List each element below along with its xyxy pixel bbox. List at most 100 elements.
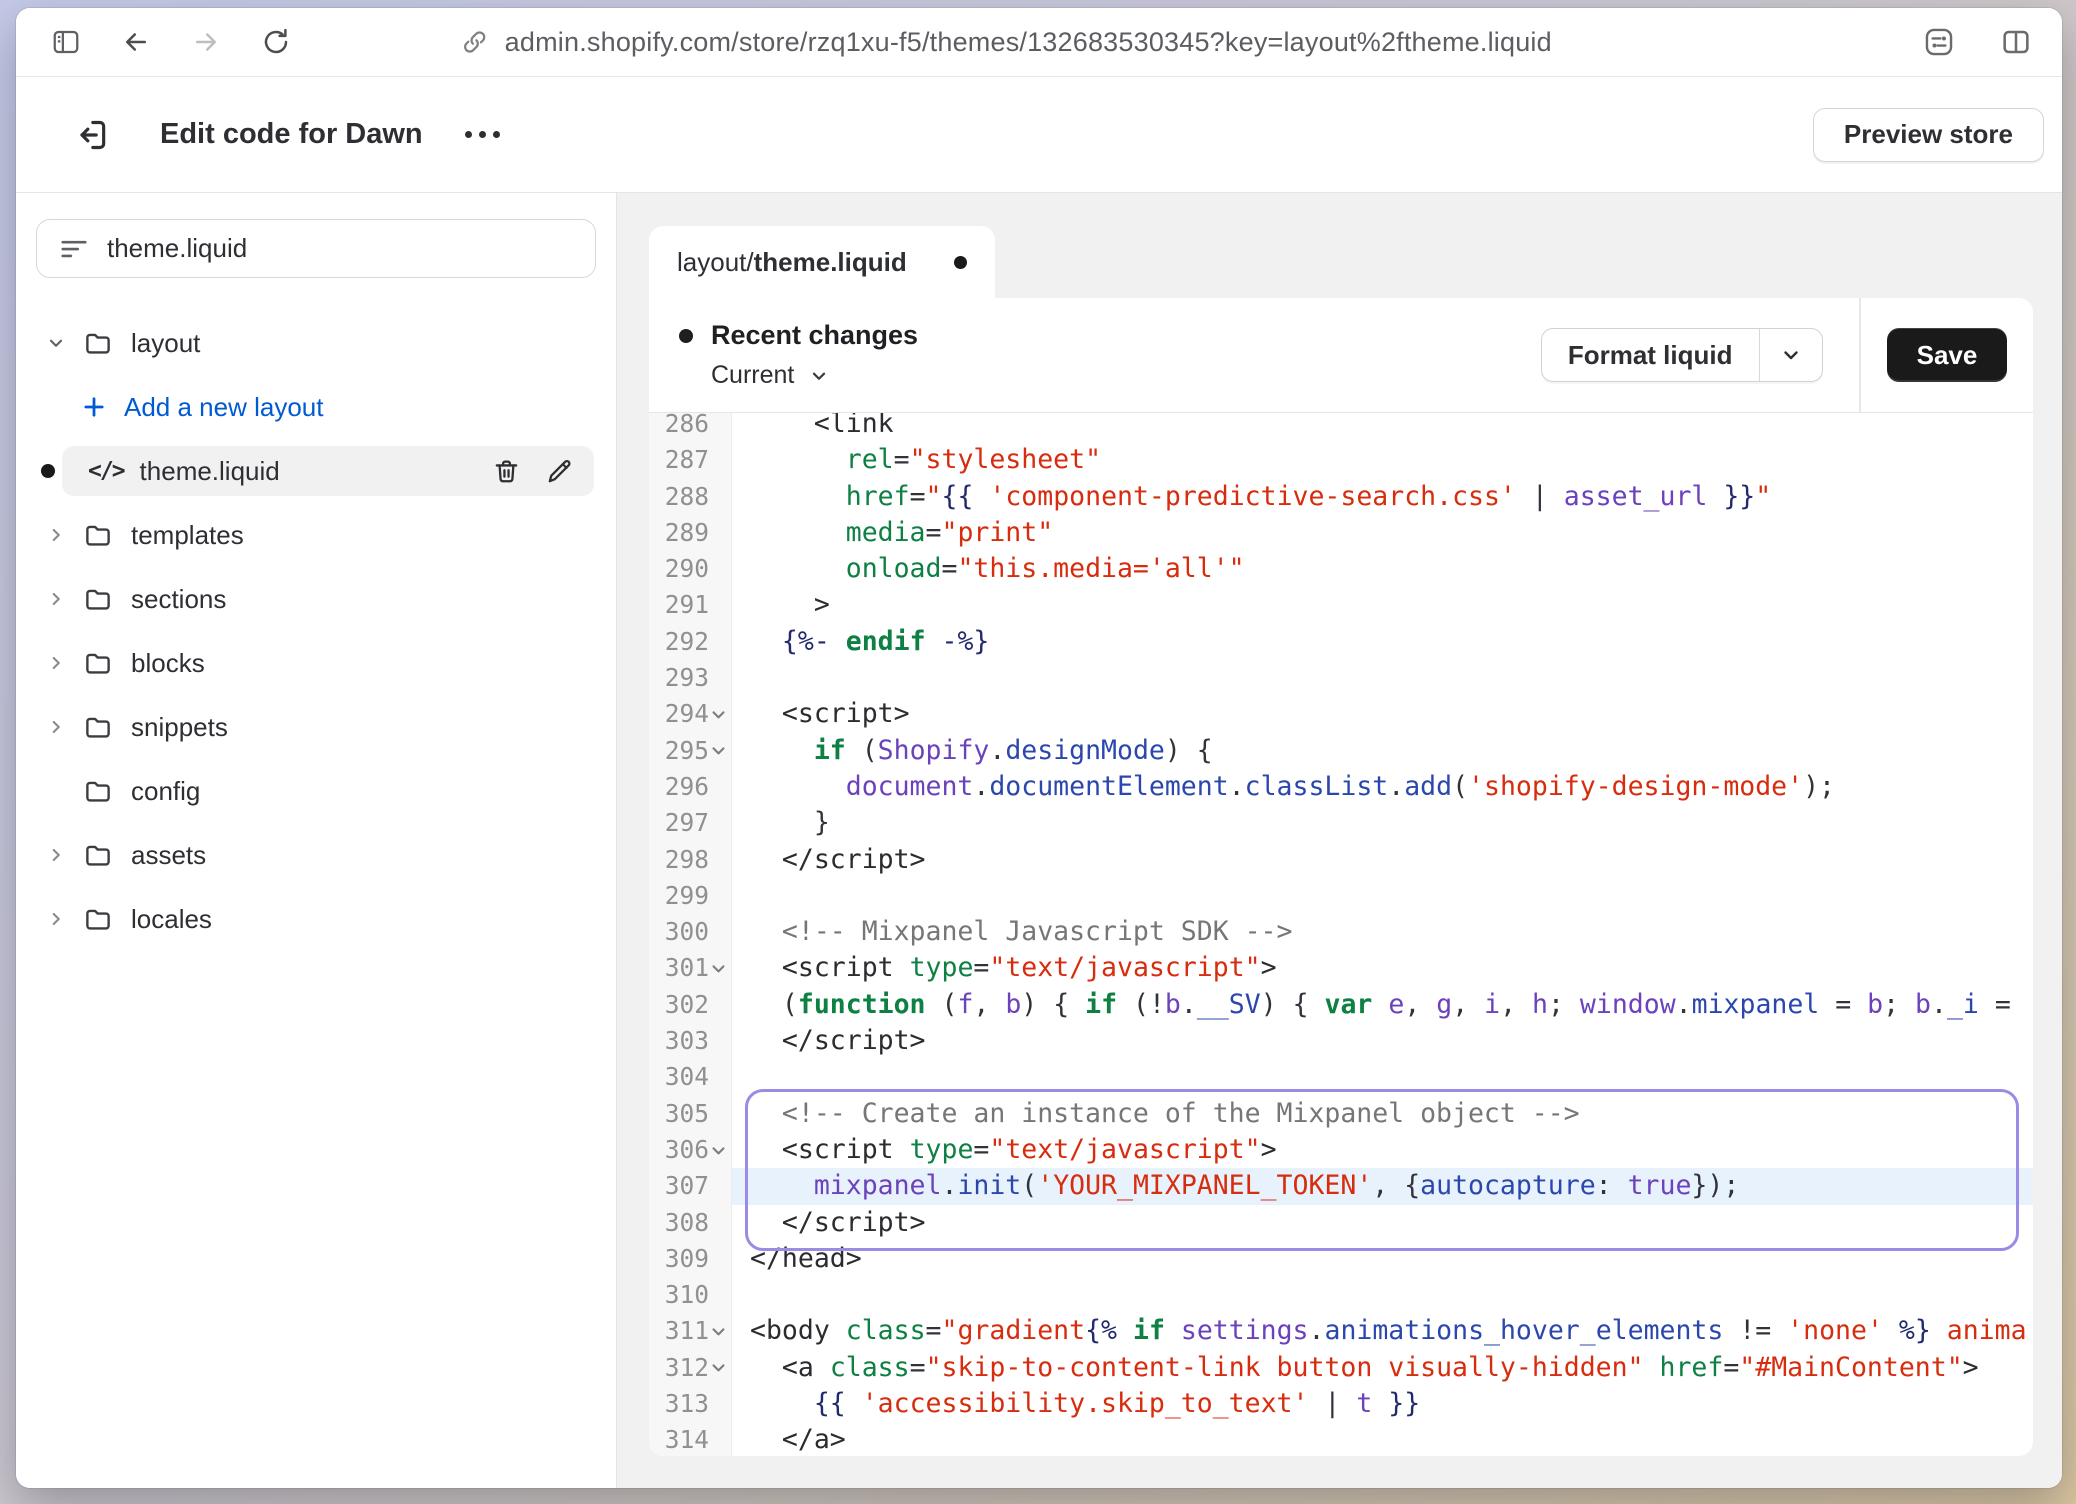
file-filter-input[interactable] [107, 233, 573, 264]
fold-toggle[interactable] [709, 1142, 728, 1159]
tree-item-label: theme.liquid [140, 456, 280, 487]
format-liquid-button[interactable]: Format liquid [1541, 328, 1823, 382]
fold-toggle[interactable] [709, 1323, 728, 1340]
code-line-295[interactable]: 295 if (Shopify.designMode) { [649, 733, 2033, 769]
sidebar-folder-blocks[interactable]: blocks [16, 638, 616, 688]
address-bar[interactable]: admin.shopify.com/store/rzq1xu-f5/themes… [461, 8, 1552, 76]
code-line-312[interactable]: 312 <a class="skip-to-content-link butto… [649, 1350, 2033, 1386]
split-view-icon[interactable] [2000, 26, 2032, 58]
code-line-289[interactable]: 289 media="print" [649, 515, 2033, 551]
recent-changes-title: Recent changes [711, 320, 918, 351]
exit-editor-icon[interactable] [72, 115, 112, 155]
preview-store-button[interactable]: Preview store [1813, 108, 2044, 162]
tree-item-label: locales [131, 904, 212, 935]
code-line-288[interactable]: 288 href="{{ 'component-predictive-searc… [649, 479, 2033, 515]
code-line-303[interactable]: 303 </script> [649, 1023, 2033, 1059]
code-line-299[interactable]: 299 [649, 878, 2033, 914]
tuner-icon[interactable] [1922, 25, 1956, 59]
code-line-308[interactable]: 308 </script> [649, 1205, 2033, 1241]
code-line-292[interactable]: 292 {%- endif -%} [649, 624, 2033, 660]
code-line-302[interactable]: 302 (function (f, b) { if (!b.__SV) { va… [649, 987, 2033, 1023]
code-line-314[interactable]: 314 </a> [649, 1422, 2033, 1456]
code-line-304[interactable]: 304 [649, 1059, 2033, 1095]
sidebar-folder-templates[interactable]: templates [16, 510, 616, 560]
tree-item-label: templates [131, 520, 244, 551]
recent-changes-dot [679, 329, 693, 343]
code-line-297[interactable]: 297 } [649, 805, 2033, 841]
folder-expand-toggle[interactable] [46, 652, 66, 674]
fold-toggle[interactable] [709, 706, 728, 723]
code-line-310[interactable]: 310 [649, 1277, 2033, 1313]
url-text: admin.shopify.com/store/rzq1xu-f5/themes… [505, 27, 1552, 58]
folder-icon [82, 328, 114, 358]
code-line-313[interactable]: 313 {{ 'accessibility.skip_to_text' | t … [649, 1386, 2033, 1422]
sidebar-folder-snippets[interactable]: snippets [16, 702, 616, 752]
code-line-287[interactable]: 287 rel="stylesheet" [649, 442, 2033, 478]
code-line-294[interactable]: 294 <script> [649, 696, 2033, 732]
folder-expand-toggle[interactable] [46, 716, 66, 738]
format-options-caret[interactable] [1760, 329, 1822, 381]
code-line-298[interactable]: 298 </script> [649, 842, 2033, 878]
code-line-286[interactable]: 286 <link [649, 413, 2033, 442]
tab-label: layout/theme.liquid [677, 247, 907, 278]
fold-toggle[interactable] [709, 742, 728, 759]
file-tree: layout Add a new layout </>theme.liquid tem… [16, 318, 616, 944]
sidebar-folder-layout[interactable]: layout [16, 318, 616, 368]
code-line-306[interactable]: 306 <script type="text/javascript"> [649, 1132, 2033, 1168]
line-number: 300 [649, 914, 732, 950]
code-line-293[interactable]: 293 [649, 660, 2033, 696]
code-line-text: <script type="text/javascript"> [732, 1132, 2033, 1168]
code-line-text: <!-- Mixpanel Javascript SDK --> [732, 914, 2033, 950]
code-line-311[interactable]: 311<body class="gradient{% if settings.a… [649, 1313, 2033, 1349]
code-line-291[interactable]: 291 > [649, 587, 2033, 623]
panel-toggle-icon[interactable] [50, 27, 82, 57]
code-lines: 286 <link287 rel="stylesheet"288 href="{… [649, 413, 2033, 1456]
reload-icon[interactable] [260, 27, 292, 57]
code-line-307[interactable]: 307 mixpanel.init('YOUR_MIXPANEL_TOKEN',… [649, 1168, 2033, 1204]
sidebar-folder-locales[interactable]: locales [16, 894, 616, 944]
fold-toggle[interactable] [709, 960, 728, 977]
folder-expand-toggle[interactable] [46, 908, 66, 930]
file-filter-box [36, 219, 596, 278]
tab-unsaved-dot [954, 256, 967, 269]
line-number: 306 [649, 1132, 732, 1168]
line-number: 303 [649, 1023, 732, 1059]
code-line-290[interactable]: 290 onload="this.media='all'" [649, 551, 2033, 587]
chevron-right-icon [45, 652, 67, 674]
line-number: 289 [649, 515, 732, 551]
back-icon[interactable] [120, 27, 152, 57]
folder-expand-toggle[interactable] [46, 588, 66, 610]
code-line-305[interactable]: 305 <!-- Create an instance of the Mixpa… [649, 1096, 2033, 1132]
save-button[interactable]: Save [1887, 328, 2008, 382]
fold-toggle[interactable] [709, 1359, 728, 1376]
chevron-right-icon [45, 716, 67, 738]
code-line-300[interactable]: 300 <!-- Mixpanel Javascript SDK --> [649, 914, 2033, 950]
code-line-text: </script> [732, 842, 2033, 878]
overflow-menu-icon[interactable] [465, 131, 500, 138]
line-number: 290 [649, 551, 732, 587]
folder-expand-toggle[interactable] [46, 332, 66, 354]
version-dropdown[interactable]: Current [711, 361, 830, 390]
sidebar-folder-assets[interactable]: assets [16, 830, 616, 880]
unsaved-dot [41, 464, 55, 478]
code-line-301[interactable]: 301 <script type="text/javascript"> [649, 950, 2033, 986]
folder-expand-toggle[interactable] [46, 844, 66, 866]
tab-theme-liquid[interactable]: layout/theme.liquid [649, 226, 995, 298]
add-new-layout-link[interactable]: Add a new layout [16, 382, 616, 432]
chevron-right-icon [45, 524, 67, 546]
sidebar-folder-sections[interactable]: sections [16, 574, 616, 624]
code-line-309[interactable]: 309</head> [649, 1241, 2033, 1277]
line-number: 301 [649, 950, 732, 986]
sidebar-folder-config[interactable]: config [16, 766, 616, 816]
fold-toggle-icon [710, 706, 727, 723]
browser-toolbar: admin.shopify.com/store/rzq1xu-f5/themes… [16, 8, 2062, 77]
code-editor[interactable]: 286 <link287 rel="stylesheet"288 href="{… [649, 413, 2033, 1456]
folder-expand-toggle[interactable] [46, 524, 66, 546]
delete-file-icon[interactable] [492, 457, 521, 486]
tree-item-label: sections [131, 584, 226, 615]
code-line-296[interactable]: 296 document.documentElement.classList.a… [649, 769, 2033, 805]
sidebar-file-theme.liquid[interactable]: </>theme.liquid [62, 446, 594, 496]
forward-icon[interactable] [190, 27, 222, 57]
rename-file-icon[interactable] [545, 457, 574, 486]
code-line-text: document.documentElement.classList.add('… [732, 769, 2033, 805]
